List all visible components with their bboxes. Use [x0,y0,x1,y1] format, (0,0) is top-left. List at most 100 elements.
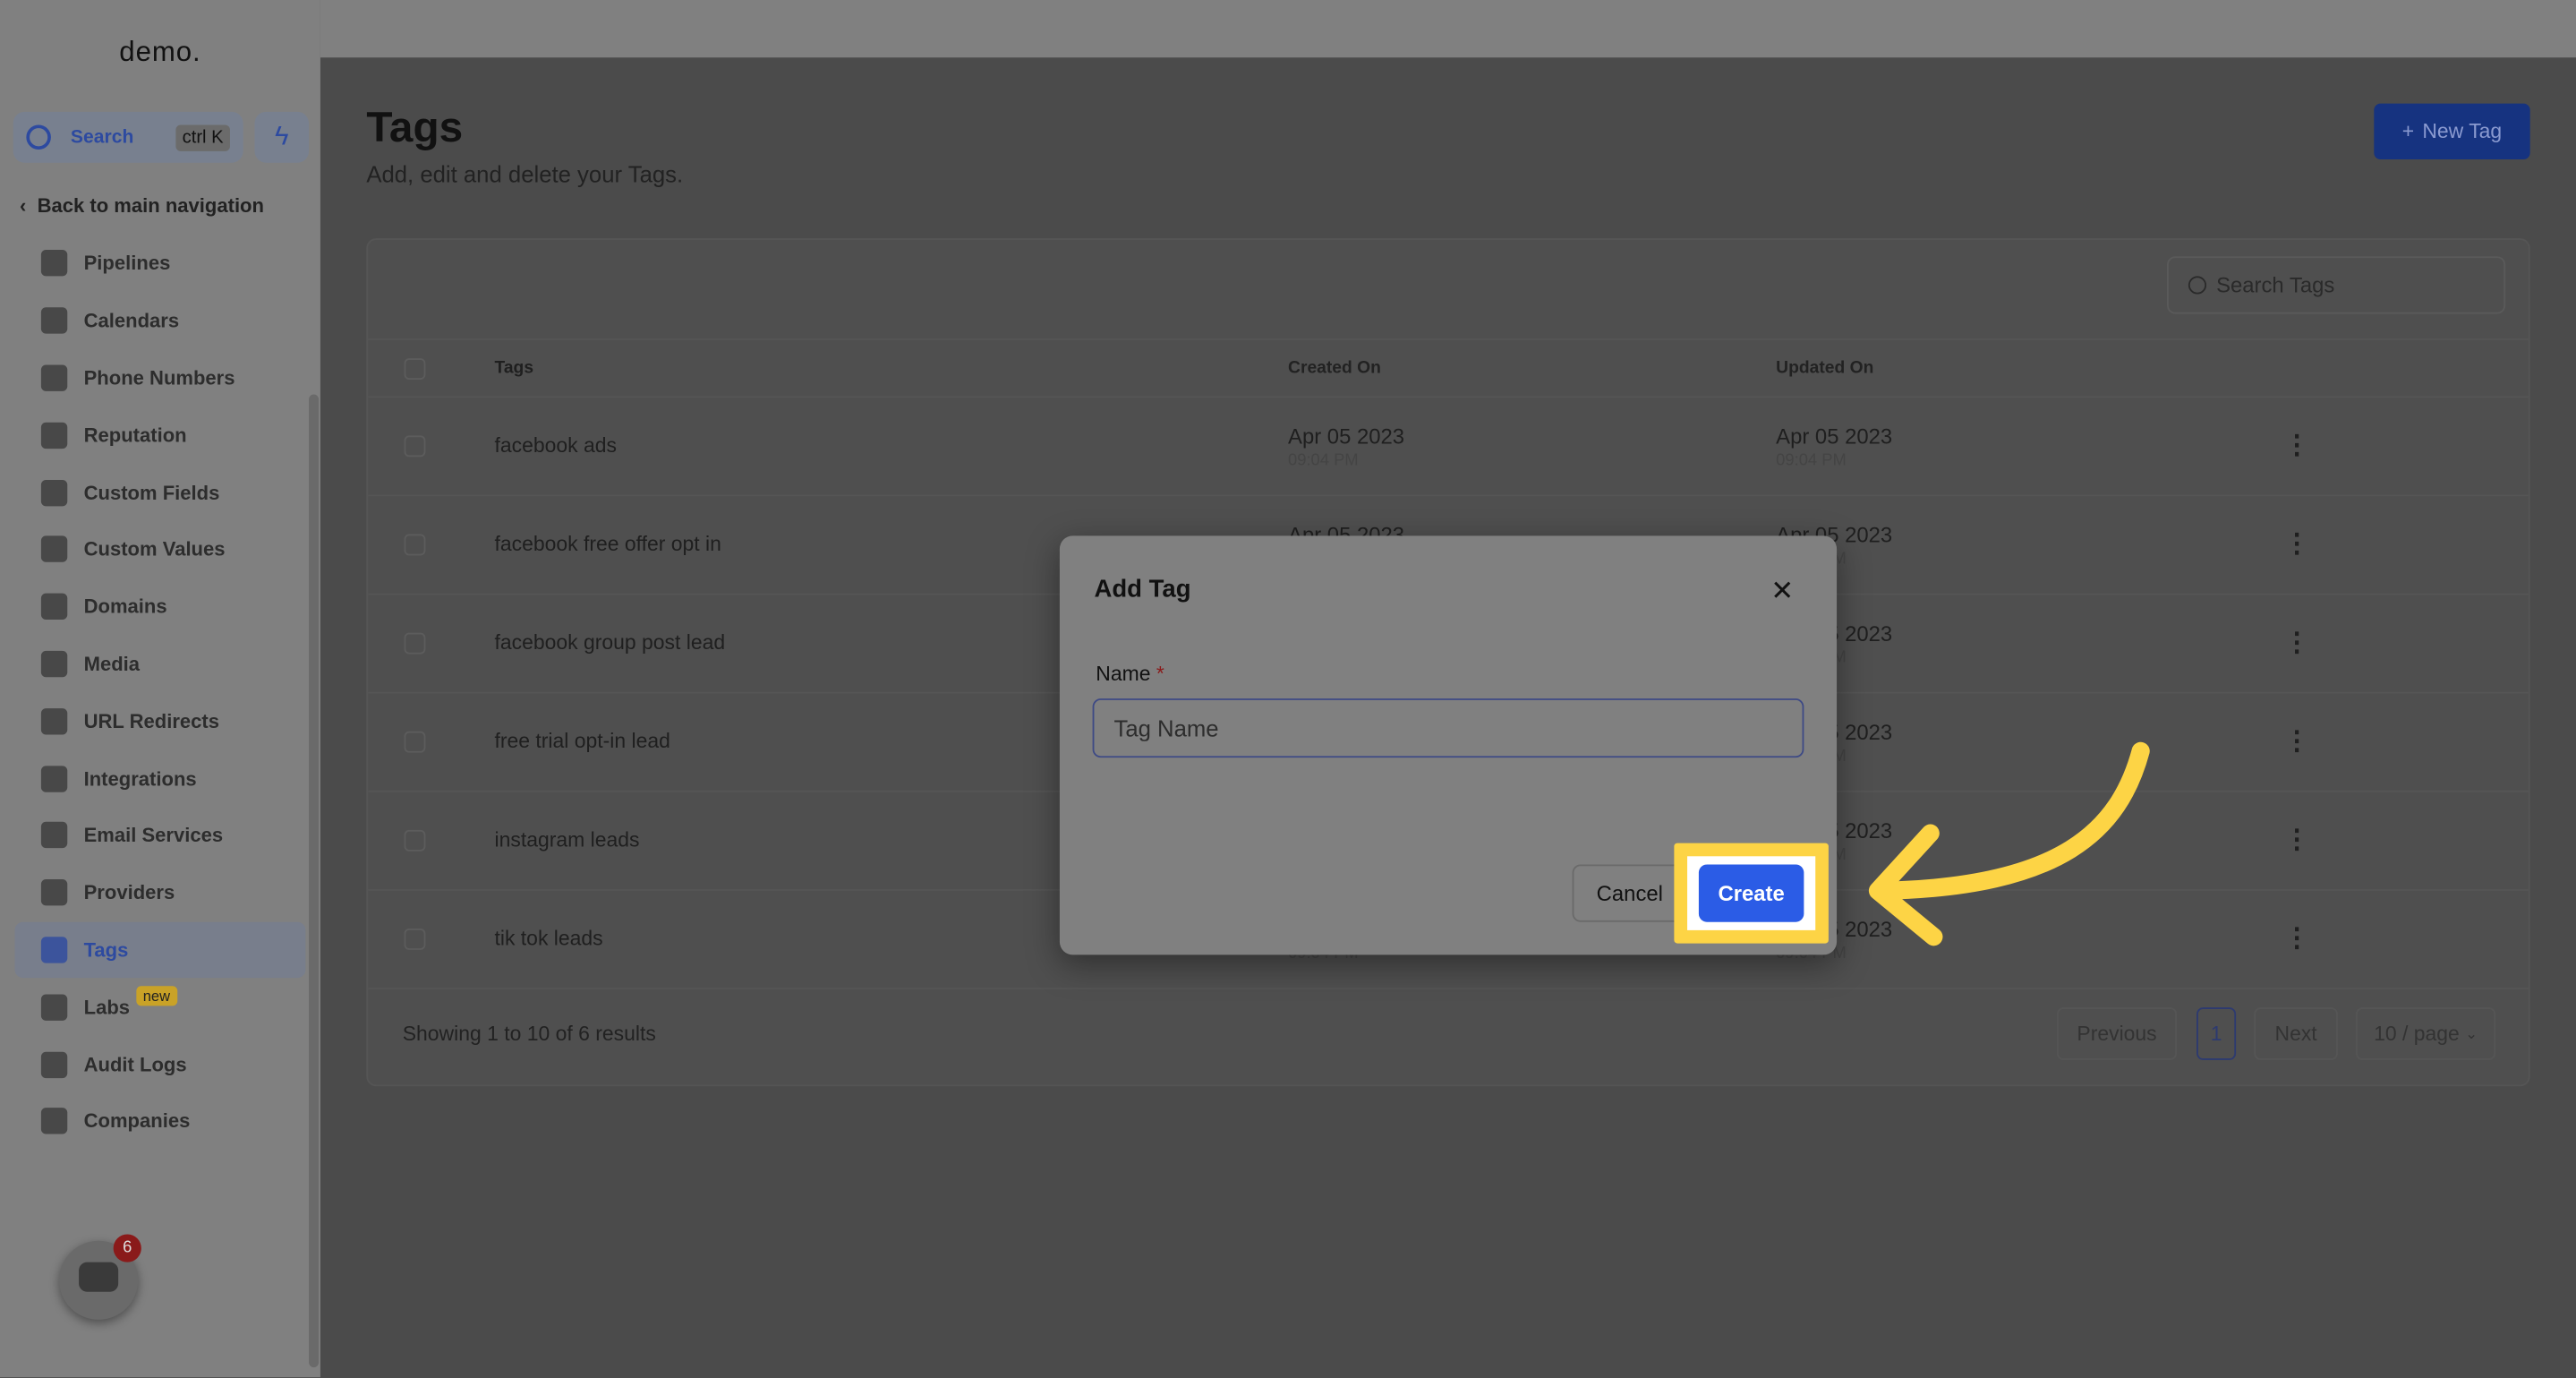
sidebar-item-custom-fields[interactable]: Custom Fields [15,464,306,521]
sidebar-item-label: Pipelines [83,252,171,276]
tag-name: facebook free offer opt in [494,532,721,556]
sidebar-item-audit-logs[interactable]: Audit Logs [15,1036,306,1093]
sidebar-item-integrations[interactable]: Integrations [15,749,306,807]
new-tag-label: New Tag [2422,119,2503,143]
sidebar-item-label: Custom Fields [83,481,220,504]
more-options-icon[interactable]: ⋮ [2283,724,2309,757]
page-size-value: 10 / page [2374,1022,2460,1046]
column-updated-on: Updated On [1776,358,1874,379]
sidebar-item-label: Labs [83,995,131,1019]
close-icon[interactable]: ✕ [1770,575,1794,608]
row-checkbox[interactable] [404,929,426,950]
more-options-icon[interactable]: ⋮ [2283,824,2309,857]
row-checkbox[interactable] [404,435,426,458]
sidebar-item-label: Calendars [83,309,180,333]
sidebar-item-media[interactable]: Media [15,636,306,693]
email-icon [40,822,68,849]
page-size-select[interactable]: 10 / page ⌄ [2356,1007,2496,1060]
quick-actions-bolt-icon[interactable]: ϟ [254,111,310,163]
sidebar-item-label: Reputation [83,424,187,447]
sidebar-item-pipelines[interactable]: Pipelines [15,235,306,292]
tag-icon [40,937,68,963]
sidebar-item-label: Providers [83,881,175,904]
sidebar-item-label: Email Services [83,824,224,847]
sidebar-item-label: Domains [83,595,167,619]
sidebar-item-providers[interactable]: Providers [15,864,306,921]
page-1-button[interactable]: 1 [2196,1007,2237,1060]
sidebar-item-label: Media [83,652,141,676]
results-summary: Showing 1 to 10 of 6 results [402,1022,656,1046]
fields-icon [40,479,68,506]
cancel-button[interactable]: Cancel [1572,864,1688,922]
chevron-down-icon: ⌄ [2465,1024,2478,1041]
more-options-icon[interactable]: ⋮ [2283,527,2309,561]
name-label-text: Name [1096,662,1151,686]
tag-name: free trial opt-in lead [494,729,670,753]
chart-icon [40,1050,68,1078]
clipboard-icon [40,879,68,906]
settings-nav: Pipelines Calendars Phone Numbers Reputatio… [14,235,306,1151]
search-tags-input[interactable]: Search Tags [2167,256,2506,314]
row-checkbox[interactable] [404,829,426,852]
more-options-icon[interactable]: ⋮ [2283,626,2309,659]
table-header: Tags Created On Updated On [368,338,2529,398]
sidebar-item-label: Companies [83,1109,191,1134]
sidebar-item-domains[interactable]: Domains [15,578,306,636]
new-badge: new [136,985,177,1006]
sidebar-item-url-redirects[interactable]: URL Redirects [15,692,306,749]
sidebar-item-custom-values[interactable]: Custom Values [15,521,306,578]
required-mark: * [1156,662,1164,686]
sidebar-scrollbar[interactable] [309,394,320,1368]
sidebar-item-label: URL Redirects [83,709,220,733]
chat-badge: 6 [113,1234,141,1262]
tag-name: instagram leads [494,828,640,852]
modal-title: Add Tag [1094,575,1191,603]
search-button[interactable]: Search ctrl K [13,111,243,163]
sidebar-item-companies[interactable]: Companies [15,1093,306,1151]
tag-name-input[interactable] [1092,698,1804,758]
calendar-icon [40,307,68,334]
sidebar-item-calendars[interactable]: Calendars [15,292,306,349]
column-tags: Tags [494,358,534,379]
search-label: Search [70,127,134,148]
more-options-icon[interactable]: ⋮ [2283,429,2309,462]
search-placeholder: Search Tags [2216,272,2335,298]
chat-widget-button[interactable]: 6 [59,1234,141,1320]
phone-icon [40,364,68,391]
top-bar [320,0,2576,58]
sidebar-item-tags[interactable]: Tags [14,920,306,979]
row-checkbox[interactable] [404,534,426,556]
tag-name: facebook ads [494,433,617,458]
video-icon [40,650,68,678]
back-label: Back to main navigation [37,193,264,218]
shortcut-hint: ctrl K [175,124,230,150]
sidebar-item-labs[interactable]: Labs new [15,979,306,1036]
column-created-on: Created On [1288,358,1381,379]
more-options-icon[interactable]: ⋮ [2283,922,2309,955]
logo: demo. [119,36,201,68]
filter-icon [40,250,68,278]
new-tag-button[interactable]: + New Tag [2374,103,2530,160]
building-icon [40,1108,68,1135]
sidebar-item-label: Tags [83,937,129,962]
sidebar: demo. Search ctrl K ϟ ‹ Back to main nav… [0,0,320,1378]
sidebar-item-phone-numbers[interactable]: Phone Numbers [15,349,306,407]
row-checkbox[interactable] [404,731,426,753]
sidebar-item-reputation[interactable]: Reputation [15,407,306,464]
sidebar-item-email-services[interactable]: Email Services [15,807,306,864]
sidebar-item-label: Custom Values [83,537,226,561]
integrations-icon [40,765,68,792]
updated-time: 09:04 PM [1776,451,1847,470]
name-label: Name * [1096,663,1164,686]
back-to-main-navigation[interactable]: ‹ Back to main navigation [20,194,264,218]
next-page-button[interactable]: Next [2254,1007,2338,1060]
create-button[interactable]: Create [1698,864,1804,922]
previous-page-button[interactable]: Previous [2057,1007,2178,1060]
tag-name: facebook group post lead [494,630,726,655]
redirect-icon [40,707,68,735]
pointer-arrow-icon [1868,741,2150,946]
select-all-checkbox[interactable] [404,358,426,381]
star-icon [40,422,68,449]
row-checkbox[interactable] [404,632,426,655]
created-date: Apr 05 2023 [1288,424,1405,449]
